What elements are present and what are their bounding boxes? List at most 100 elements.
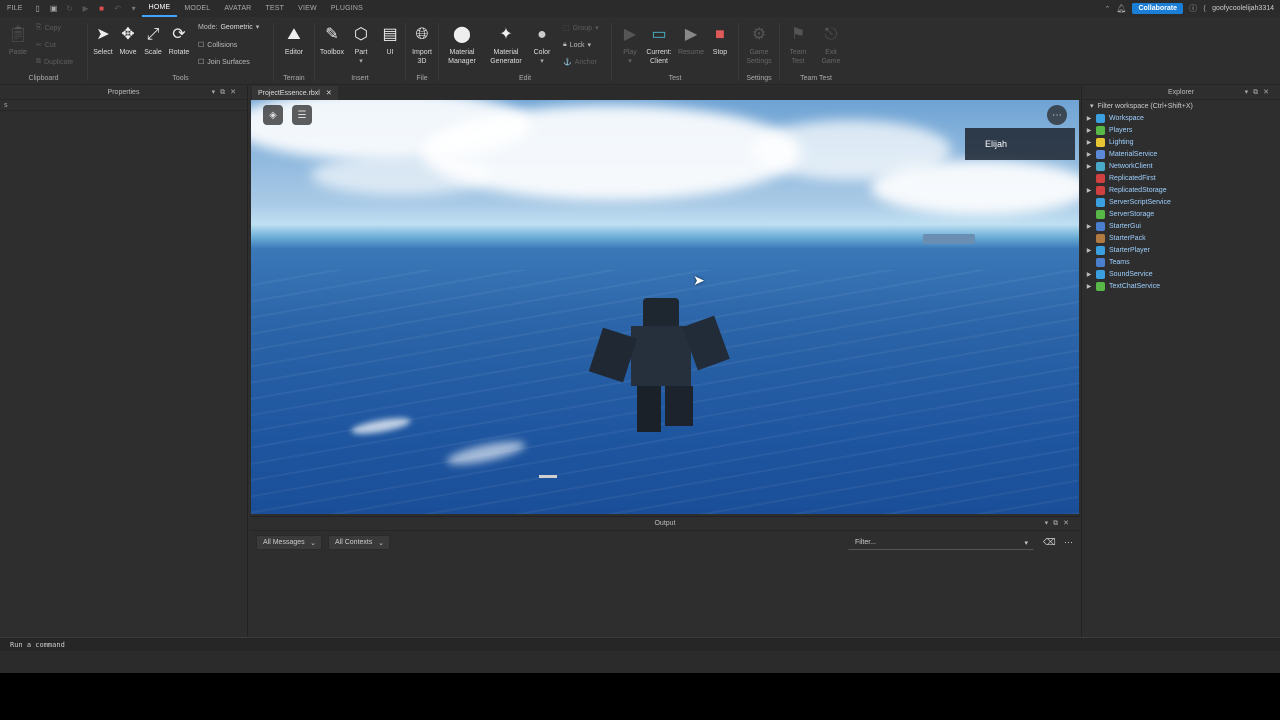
expand-arrow-icon[interactable]: ▶ (1082, 271, 1096, 278)
expand-arrow-icon[interactable]: ▶ (1082, 283, 1096, 290)
material-manager-button[interactable]: ⬤ Material Manager (445, 23, 479, 66)
stop-button[interactable]: ■ Stop (705, 23, 735, 57)
mode-selector[interactable]: Mode: Geometric ▾ (198, 23, 259, 32)
service-icon (1096, 197, 1105, 207)
terrain-editor-button[interactable]: ⛰ Editor (279, 23, 309, 57)
explorer-item[interactable]: ServerStorage (1082, 208, 1280, 220)
expand-arrow-icon[interactable]: ▶ (1082, 139, 1096, 146)
properties-filter-input[interactable]: s (0, 100, 247, 111)
material-generator-button[interactable]: ✦ Material Generator (489, 23, 523, 66)
join-surfaces-toggle[interactable]: ☐ Join Surfaces (198, 58, 250, 67)
ui-button[interactable]: ▤ UI (375, 23, 405, 57)
tab-home[interactable]: HOME (141, 0, 178, 17)
chat-button[interactable]: ☰ (292, 105, 312, 125)
explorer-item[interactable]: ▶ Workspace (1082, 112, 1280, 124)
panel-controls[interactable]: ▾⧉✕ (1245, 88, 1274, 97)
service-icon (1096, 233, 1105, 243)
explorer-item[interactable]: ReplicatedFirst (1082, 172, 1280, 184)
play-button[interactable]: ▶ Play ▾ (615, 23, 645, 66)
group-button[interactable]: ⬚ Group ▾ (563, 24, 599, 33)
duplicate-button[interactable]: ⧉ Duplicate (36, 58, 73, 66)
tab-view[interactable]: VIEW (291, 0, 324, 17)
close-icon[interactable]: ✕ (326, 89, 332, 97)
explorer-item[interactable]: ▶ MaterialService (1082, 148, 1280, 160)
game-viewport[interactable]: ◈ ☰ ⋯ Elijah ➤ (251, 100, 1079, 514)
explorer-item[interactable]: ▶ SoundService (1082, 268, 1280, 280)
share-icon[interactable]: ⟨ (1203, 4, 1206, 13)
settings-label: Settings (746, 75, 772, 82)
explorer-item[interactable]: ServerScriptService (1082, 196, 1280, 208)
document-tab[interactable]: ProjectEssence.rbxl ✕ (252, 86, 338, 100)
collaborate-button[interactable]: Collaborate (1132, 3, 1183, 14)
expand-arrow-icon[interactable]: ▶ (1082, 223, 1096, 230)
exit-game-button[interactable]: ⎋ Exit Game (816, 23, 846, 66)
expand-arrow-icon[interactable]: ▶ (1082, 151, 1096, 158)
ellipsis-icon[interactable]: ⋯ (1064, 537, 1073, 548)
command-input[interactable]: Run a command (10, 641, 65, 649)
clear-output-icon[interactable]: ⌫ (1043, 537, 1056, 548)
toolbox-button[interactable]: ✎ Toolbox (317, 23, 347, 57)
expand-arrow-icon[interactable]: ▶ (1082, 247, 1096, 254)
anchor-button[interactable]: ⚓ Anchor (563, 58, 597, 67)
help-icon[interactable]: ⓘ (1189, 3, 1197, 14)
part-button[interactable]: ⬡ Part ▾ (346, 23, 376, 66)
expand-icon[interactable]: ⌃ (1104, 5, 1110, 13)
explorer-item[interactable]: StarterPack (1082, 232, 1280, 244)
save-icon[interactable]: ▣ (49, 4, 59, 14)
expand-arrow-icon[interactable]: ▶ (1082, 187, 1096, 194)
tab-avatar[interactable]: AVATAR (217, 0, 258, 17)
lock-button[interactable]: 🔒︎ Lock ▾ (563, 41, 591, 49)
explorer-item[interactable]: ▶ TextChatService (1082, 280, 1280, 292)
player-list[interactable]: Elijah (965, 128, 1075, 160)
file-menu[interactable]: FILE (0, 0, 30, 17)
expand-arrow-icon[interactable]: ▶ (1082, 163, 1096, 170)
output-filter-input[interactable]: Filter... ▾ (848, 535, 1034, 550)
expand-arrow-icon[interactable]: ▶ (1082, 127, 1096, 134)
copy-button[interactable]: ⎘ Copy (36, 24, 61, 32)
current-client-button[interactable]: ▭ Current: Client (643, 23, 675, 66)
properties-panel: Properties ▾⧉✕ s (0, 86, 248, 637)
explorer-item[interactable]: ▶ StarterGui (1082, 220, 1280, 232)
contexts-filter-dropdown[interactable]: All Contexts ⌄ (328, 535, 390, 550)
cut-button[interactable]: ✂ Cut (36, 41, 56, 50)
redo-icon[interactable]: ↻ (65, 4, 75, 14)
command-bar[interactable]: Run a command (0, 637, 1280, 651)
undo-icon[interactable]: ↶ (113, 4, 123, 14)
service-icon (1096, 125, 1105, 135)
notification-icon[interactable]: 🔔︎ (1116, 4, 1126, 13)
chevron-down-icon: ▾ (540, 58, 544, 65)
color-button[interactable]: ● Color ▾ (527, 23, 557, 66)
username[interactable]: goofycoolelijah3314 (1212, 5, 1274, 12)
insert-label: Insert (351, 75, 369, 82)
team-test-group: ⚑ Team Test ⎋ Exit Game Team Test (780, 17, 852, 85)
more-options-button[interactable]: ⋯ (1047, 105, 1067, 125)
game-settings-button[interactable]: ⚙ Game Settings (744, 23, 774, 66)
tab-test[interactable]: TEST (258, 0, 291, 17)
paste-button[interactable]: 📋︎ Paste (3, 23, 33, 57)
terrain-icon: ⛰ (287, 25, 301, 43)
collisions-toggle[interactable]: ☐ Collisions (198, 41, 237, 50)
explorer-item[interactable]: ▶ NetworkClient (1082, 160, 1280, 172)
explorer-item[interactable]: ▶ StarterPlayer (1082, 244, 1280, 256)
expand-arrow-icon[interactable]: ▶ (1082, 115, 1096, 122)
roblox-menu-button[interactable]: ◈ (263, 105, 283, 125)
chevron-down-icon: ▾ (595, 25, 599, 32)
explorer-item[interactable]: ▶ Players (1082, 124, 1280, 136)
import-3d-button[interactable]: 🌐︎ Import 3D (407, 23, 437, 66)
stop-quick-icon[interactable]: ■ (97, 4, 107, 14)
more-icon[interactable]: ▾ (129, 4, 139, 14)
panel-controls[interactable]: ▾⧉✕ (1045, 519, 1074, 528)
explorer-item[interactable]: ▶ ReplicatedStorage (1082, 184, 1280, 196)
tab-model[interactable]: MODEL (177, 0, 217, 17)
explorer-item[interactable]: Teams (1082, 256, 1280, 268)
panel-controls[interactable]: ▾⧉✕ (212, 88, 241, 97)
messages-filter-dropdown[interactable]: All Messages ⌄ (256, 535, 322, 550)
explorer-item[interactable]: ▶ Lighting (1082, 136, 1280, 148)
new-file-icon[interactable]: ▯ (33, 4, 43, 14)
resume-button[interactable]: ▶ Resume (676, 23, 706, 57)
team-test-button[interactable]: ⚑ Team Test (783, 23, 813, 66)
play-quick-icon[interactable]: ▶ (81, 4, 91, 14)
rotate-button[interactable]: ⟳ Rotate (164, 23, 194, 57)
explorer-filter-input[interactable]: ▾ Filter workspace (Ctrl+Shift+X) (1082, 100, 1280, 112)
tab-plugins[interactable]: PLUGINS (324, 0, 370, 17)
